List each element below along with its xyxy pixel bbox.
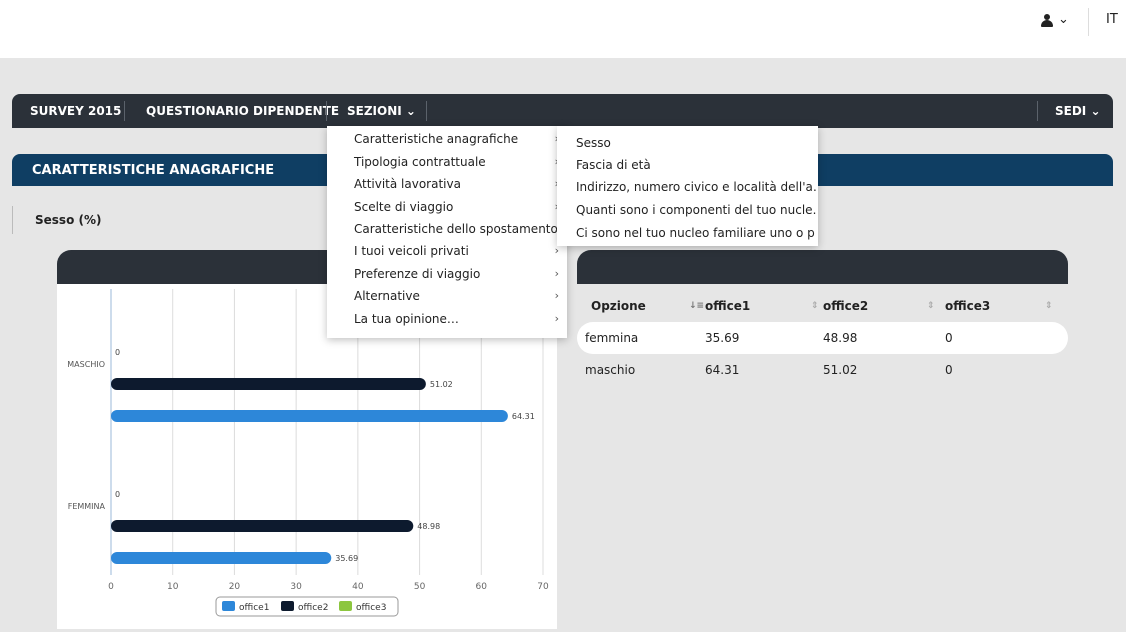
menu-item-caratteristiche-anagrafiche[interactable]: Caratteristiche anagrafiche›	[354, 128, 559, 150]
chevron-right-icon: ›	[554, 289, 559, 302]
submenu-item-sesso[interactable]: Sesso	[576, 132, 816, 154]
menu-item-caratteristiche-spostamento[interactable]: Caratteristiche dello spostamento›	[354, 218, 559, 240]
x-tick-label: 40	[352, 582, 364, 592]
data-table-container: Opzione ↓≡ office1 ⇕ office2 ⇕ office3 ⇕	[577, 290, 1068, 386]
bar-office2	[111, 520, 414, 532]
menu-item-attivita-lavorativa[interactable]: Attività lavorativa›	[354, 173, 559, 195]
divider	[1088, 8, 1089, 36]
sort-icon: ⇕	[927, 301, 935, 311]
sort-icon: ⇕	[811, 301, 819, 311]
legend-label-office1: office1	[239, 603, 269, 613]
table-row: maschio 64.31 51.02 0	[577, 354, 1068, 386]
submenu-item-nucleo-familiare[interactable]: Ci sono nel tuo nucleo familiare uno o p…	[576, 222, 816, 244]
user-menu-button[interactable]: ⌄	[1040, 12, 1069, 27]
sections-dropdown-menu: Caratteristiche anagrafiche› Tipologia c…	[327, 126, 567, 338]
col-header-label: office2	[823, 299, 869, 313]
sort-icon: ⇕	[1045, 301, 1053, 311]
menu-item-veicoli-privati[interactable]: I tuoi veicoli privati ›	[354, 240, 559, 262]
table-cell: 35.69	[705, 322, 823, 354]
legend-label-office2: office2	[298, 603, 328, 613]
table-cell: 51.02	[823, 363, 858, 377]
main-navbar: SURVEY 2015 QUESTIONARIO DIPENDENTE SEZI…	[12, 94, 1113, 128]
nav-separator	[426, 101, 427, 121]
x-tick-label: 30	[290, 582, 302, 592]
top-bar: ⌄ IT	[0, 0, 1126, 58]
table-cell: maschio	[585, 363, 636, 377]
menu-item-label: Alternative	[354, 289, 420, 303]
x-tick-label: 10	[167, 582, 179, 592]
submenu-item-componenti-nucleo[interactable]: Quanti sono i componenti del tuo nucle…	[576, 199, 816, 221]
nav-survey[interactable]: SURVEY 2015	[30, 104, 121, 118]
x-tick-label: 60	[476, 582, 488, 592]
menu-item-label: La tua opinione…	[354, 312, 459, 326]
menu-item-scelte-di-viaggio[interactable]: Scelte di viaggio›	[354, 196, 559, 218]
x-tick-label: 50	[414, 582, 426, 592]
legend-label-office3: office3	[356, 603, 386, 613]
sections-submenu: Sesso Fascia di età Indirizzo, numero ci…	[557, 126, 818, 246]
nav-separator	[124, 101, 125, 121]
submenu-item-fascia-eta[interactable]: Fascia di età	[576, 154, 816, 176]
col-header-opzione[interactable]: Opzione ↓≡	[577, 290, 705, 322]
x-tick-label: 70	[537, 582, 549, 592]
bar-value-label: 35.69	[335, 554, 358, 563]
menu-item-preferenze-viaggio[interactable]: Preferenze di viaggio ›	[354, 263, 559, 285]
col-header-label: Opzione	[591, 299, 646, 313]
table-card-header	[577, 250, 1068, 284]
menu-item-label: I tuoi veicoli privati	[354, 244, 469, 258]
language-selector[interactable]: IT	[1106, 12, 1118, 27]
person-icon	[1040, 13, 1054, 27]
chevron-right-icon: ›	[554, 267, 559, 280]
nav-sezioni[interactable]: SEZIONI ⌄	[347, 104, 416, 118]
table-cell: 64.31	[705, 363, 740, 377]
y-category-label: FEMMINA	[68, 502, 106, 511]
col-header-label: office1	[705, 299, 751, 313]
menu-item-label: Tipologia contrattuale	[354, 155, 486, 169]
menu-item-label: Scelte di viaggio	[354, 200, 454, 214]
subtab-sesso[interactable]: Sesso (%)	[12, 206, 101, 234]
menu-item-tipologia-contrattuale[interactable]: Tipologia contrattuale›	[354, 151, 559, 173]
chevron-right-icon: ›	[554, 312, 559, 325]
menu-item-alternative[interactable]: Alternative ›	[354, 285, 559, 307]
menu-item-label: Caratteristiche anagrafiche	[354, 132, 519, 146]
x-tick-label: 20	[229, 582, 241, 592]
table-cell: 0	[945, 322, 1068, 354]
menu-item-la-tua-opinione[interactable]: La tua opinione… ›	[354, 308, 559, 330]
submenu-item-indirizzo[interactable]: Indirizzo, numero civico e località dell…	[576, 176, 816, 198]
menu-item-label: Caratteristiche dello spostamento	[354, 222, 558, 236]
data-table: Opzione ↓≡ office1 ⇕ office2 ⇕ office3 ⇕	[577, 290, 1068, 386]
y-category-label: MASCHIO	[67, 360, 105, 369]
table-row: femmina 35.69 48.98 0	[577, 322, 1068, 354]
menu-item-label: Preferenze di viaggio	[354, 267, 481, 281]
bar-office1	[111, 552, 332, 564]
legend-swatch-office2	[281, 601, 294, 611]
table-cell: 48.98	[823, 322, 945, 354]
bar-value-label: 48.98	[417, 522, 440, 531]
bar-value-label: 64.31	[512, 412, 535, 421]
nav-separator	[1037, 101, 1038, 121]
table-cell: 0	[945, 363, 953, 377]
legend-swatch-office3	[339, 601, 352, 611]
nav-separator	[326, 101, 327, 121]
nav-questionario[interactable]: QUESTIONARIO DIPENDENTE	[146, 104, 339, 118]
bar-value-label: 51.02	[430, 380, 453, 389]
x-tick-label: 0	[108, 582, 114, 592]
section-title: CARATTERISTICHE ANAGRAFICHE	[32, 163, 275, 178]
bar-value-label: 0	[115, 348, 120, 357]
bar-office2	[111, 378, 426, 390]
col-header-label: office3	[945, 299, 991, 313]
col-header-office3[interactable]: office3 ⇕	[945, 290, 1068, 322]
nav-sedi[interactable]: SEDI ⌄	[1055, 104, 1101, 118]
legend-swatch-office1	[222, 601, 235, 611]
bar-value-label: 0	[115, 490, 120, 499]
chevron-down-icon: ⌄	[1058, 12, 1069, 27]
bar-office1	[111, 410, 508, 422]
menu-item-label: Attività lavorativa	[354, 177, 461, 191]
col-header-office1[interactable]: office1 ⇕	[705, 290, 823, 322]
table-cell: femmina	[577, 322, 705, 354]
sort-asc-icon: ↓≡	[689, 301, 705, 311]
col-header-office2[interactable]: office2 ⇕	[823, 290, 945, 322]
